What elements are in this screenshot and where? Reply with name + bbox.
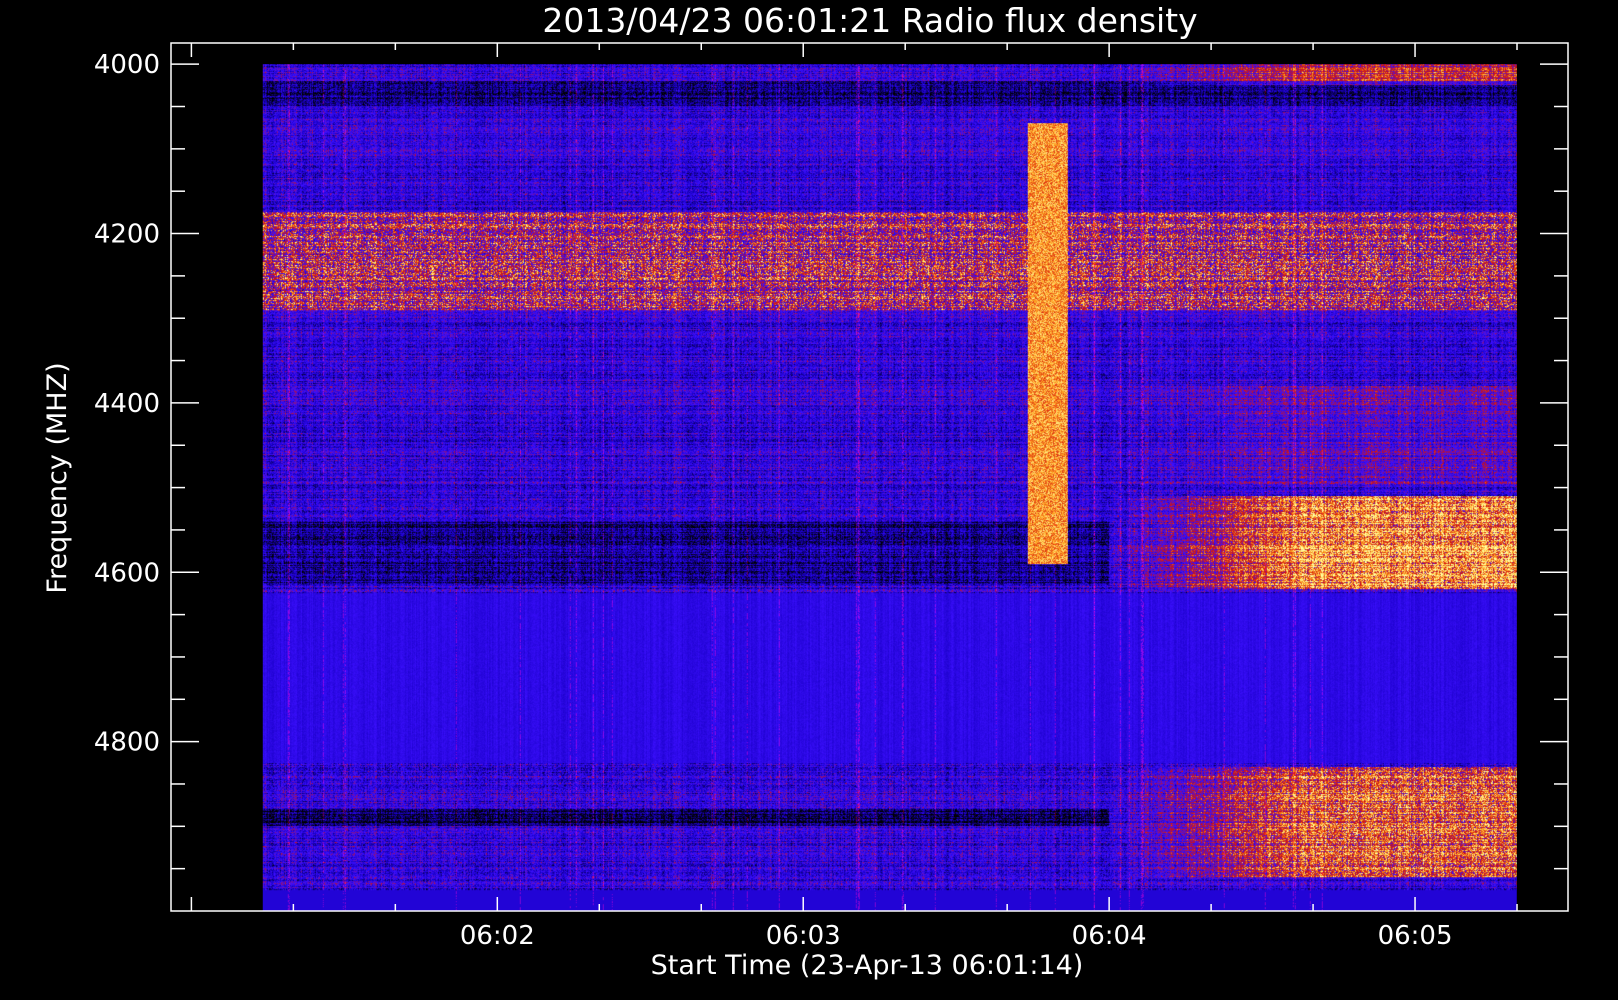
y-tick-label: 4800 bbox=[94, 728, 160, 758]
x-tick-label: 06:04 bbox=[1072, 921, 1147, 951]
y-tick-label: 4400 bbox=[94, 389, 160, 419]
x-tick-label: 06:03 bbox=[766, 921, 841, 951]
heatmap-image bbox=[262, 64, 1517, 912]
x-tick-label: 06:05 bbox=[1378, 921, 1453, 951]
y-tick-label: 4000 bbox=[94, 50, 160, 80]
chart-title: 2013/04/23 06:01:21 Radio flux density bbox=[542, 1, 1197, 40]
heatmap-pixels bbox=[262, 64, 1517, 912]
y-tick-label: 4200 bbox=[94, 220, 160, 250]
y-tick-label: 4600 bbox=[94, 558, 160, 588]
y-axis-label: Frequency (MHZ) bbox=[42, 362, 73, 593]
spectrogram-figure: 2013/04/23 06:01:21 Radio flux density 0… bbox=[0, 0, 1618, 1000]
x-tick-label: 06:02 bbox=[460, 921, 535, 951]
x-axis-label: Start Time (23-Apr-13 06:01:14) bbox=[651, 950, 1084, 981]
